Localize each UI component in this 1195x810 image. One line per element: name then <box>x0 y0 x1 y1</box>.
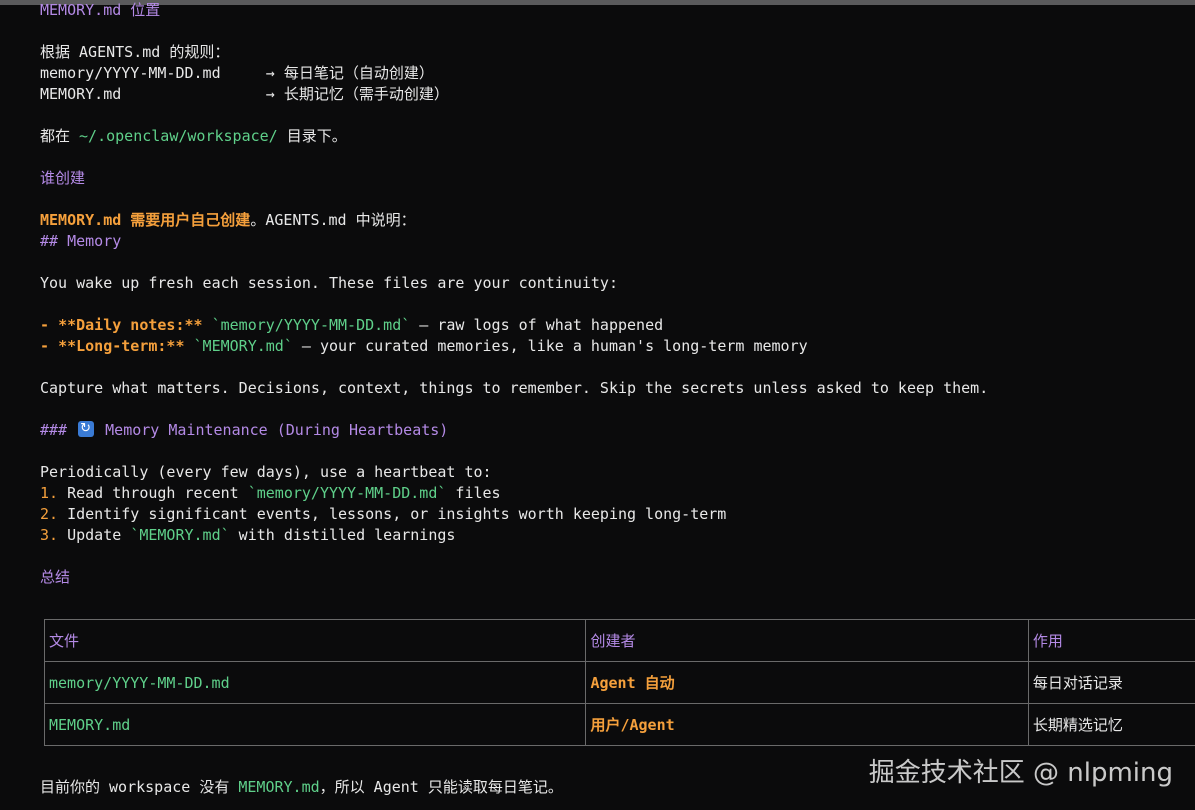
rule-line-longterm: MEMORY.md → 长期记忆（需手动创建） <box>40 84 449 105</box>
numbered-item-1: 1. Read through recent `memory/YYYY-MM-D… <box>40 483 501 504</box>
bullet-daily-notes: - **Daily notes:** `memory/YYYY-MM-DD.md… <box>40 315 663 336</box>
bullet-label: **Daily notes:** <box>58 316 203 334</box>
heading-memory-location: MEMORY.md 位置 <box>40 1 161 19</box>
directory-line: 都在 ~/.openclaw/workspace/ 目录下。 <box>40 126 347 147</box>
table-cell-file: MEMORY.md <box>43 703 587 746</box>
rule-line-daily: memory/YYYY-MM-DD.md → 每日笔记（自动创建） <box>40 63 434 84</box>
bullet-rest: — your curated memories, like a human's … <box>292 337 808 355</box>
item-pre: Read through recent <box>58 484 248 502</box>
footer-pre: 目前你的 workspace 没有 <box>40 778 239 796</box>
item-number: 2. <box>40 505 59 523</box>
heading-prefix: ### <box>40 421 68 439</box>
bullet-marker: - <box>40 316 59 334</box>
who-bold: MEMORY.md 需要用户自己创建 <box>40 211 251 229</box>
rule-file: MEMORY.md <box>40 85 122 103</box>
who-creates-line: MEMORY.md 需要用户自己创建。AGENTS.md 中说明： <box>40 210 416 231</box>
bullet-long-term: - **Long-term:** `MEMORY.md` — your cura… <box>40 336 808 357</box>
rule-file: memory/YYYY-MM-DD.md <box>40 64 221 82</box>
bullet-code: `memory/YYYY-MM-DD.md` <box>202 316 411 334</box>
item-text: Identify significant events, lessons, or… <box>58 505 727 523</box>
rule-desc: → 长期记忆（需手动创建） <box>121 85 449 103</box>
heading-text: Memory Maintenance (During Heartbeats) <box>105 421 449 439</box>
capture-line: Capture what matters. Decisions, context… <box>40 379 989 397</box>
table-cell-purpose: 长期精选记忆 <box>1027 703 1195 746</box>
directory-path: ~/.openclaw/workspace/ <box>79 127 278 145</box>
footer-post: ，所以 Agent 只能读取每日笔记。 <box>319 778 563 796</box>
bullet-marker: - <box>40 337 59 355</box>
footer-code: MEMORY.md <box>238 778 320 796</box>
window-top-edge <box>0 0 1195 5</box>
table-cell-creator: Agent 自动 <box>585 661 1029 704</box>
bullet-code: `MEMORY.md` <box>184 337 293 355</box>
directory-suffix: 目录下。 <box>277 127 347 145</box>
rules-intro: 根据 AGENTS.md 的规则： <box>40 43 230 61</box>
rule-desc: → 每日笔记（自动创建） <box>220 64 434 82</box>
table-cell-purpose: 每日对话记录 <box>1027 661 1195 704</box>
item-number: 3. <box>40 526 59 544</box>
who-rest: 。AGENTS.md 中说明： <box>250 211 416 229</box>
numbered-item-3: 3. Update `MEMORY.md` with distilled lea… <box>40 525 455 546</box>
bullet-label: **Long-term:** <box>58 337 185 355</box>
footer-line: 目前你的 workspace 没有 MEMORY.md，所以 Agent 只能读… <box>40 777 563 798</box>
table-row: memory/YYYY-MM-DD.md Agent 自动 每日对话记录 <box>43 661 1195 704</box>
item-number: 1. <box>40 484 59 502</box>
summary-table: 文件 创建者 作用 memory/YYYY-MM-DD.md Agent 自动 … <box>43 619 1195 746</box>
markdown-heading-memory: ## Memory <box>40 232 122 250</box>
table-header-row: 文件 创建者 作用 <box>43 619 1195 662</box>
wake-line: You wake up fresh each session. These fi… <box>40 274 618 292</box>
item-post: with distilled learnings <box>229 526 456 544</box>
item-pre: Update <box>58 526 131 544</box>
table-header-cell: 作用 <box>1027 619 1195 662</box>
item-code: `memory/YYYY-MM-DD.md` <box>247 484 447 502</box>
heading-who-creates: 谁创建 <box>40 169 86 187</box>
table-header-cell: 创建者 <box>585 619 1029 662</box>
periodic-line: Periodically (every few days), use a hea… <box>40 463 492 481</box>
numbered-item-2: 2. Identify significant events, lessons,… <box>40 504 726 525</box>
directory-prefix: 都在 <box>40 127 80 145</box>
refresh-icon <box>78 421 95 437</box>
table-header-cell: 文件 <box>43 619 587 662</box>
item-code: `MEMORY.md` <box>130 526 230 544</box>
watermark: 掘金技术社区 @ nlpming <box>868 758 1173 788</box>
table-row: MEMORY.md 用户/Agent 长期精选记忆 <box>43 703 1195 746</box>
markdown-heading-maintenance: ### Memory Maintenance (During Heartbeat… <box>40 420 448 441</box>
item-post: files <box>446 484 501 502</box>
table-cell-file: memory/YYYY-MM-DD.md <box>43 661 587 704</box>
heading-summary: 总结 <box>40 568 71 586</box>
bullet-rest: — raw logs of what happened <box>410 316 664 334</box>
table-cell-creator: 用户/Agent <box>585 703 1029 746</box>
